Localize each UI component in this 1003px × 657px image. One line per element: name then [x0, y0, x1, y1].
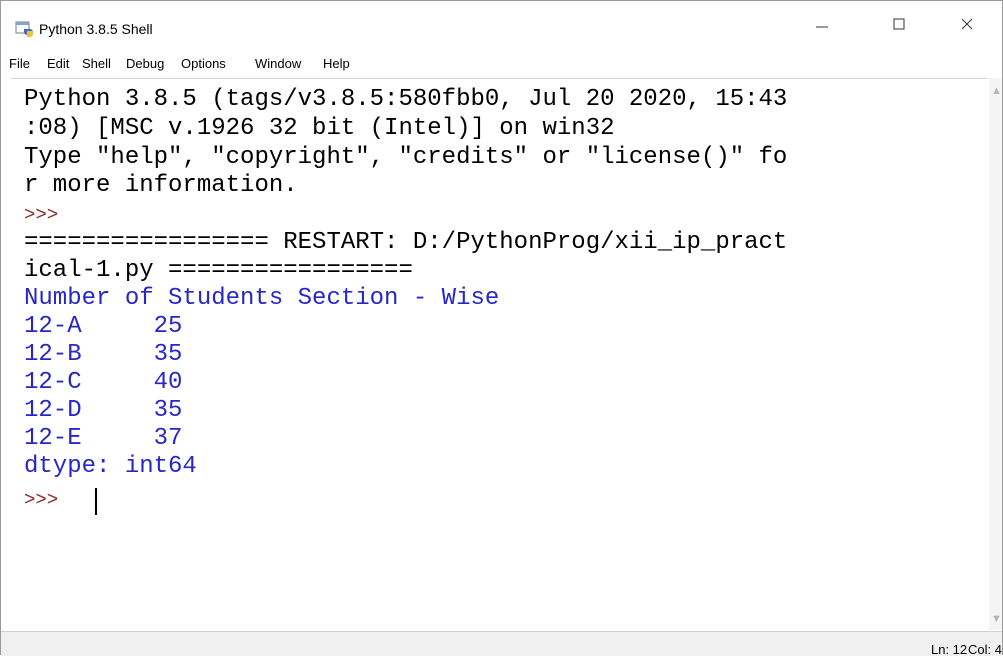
menu-bar: File Edit Shell Debug Options Window Hel… — [1, 45, 1002, 77]
output-dtype: dtype: int64 — [24, 453, 197, 480]
menu-help[interactable]: Help — [323, 56, 350, 71]
shell-prompt: >>> — [24, 204, 59, 226]
output-row-12b: 12-B 35 — [24, 341, 183, 368]
shell-line-banner-1: Python 3.8.5 (tags/v3.8.5:580fbb0, Jul 2… — [24, 86, 788, 113]
scroll-up-arrow-icon[interactable]: ▲ — [991, 85, 1002, 97]
python-idle-icon — [15, 20, 34, 37]
minimize-button[interactable] — [798, 9, 846, 43]
scroll-down-arrow-icon[interactable]: ▼ — [991, 613, 1002, 625]
text-cursor — [95, 488, 97, 515]
close-icon — [960, 17, 974, 36]
menu-file[interactable]: File — [9, 56, 30, 71]
shell-line-banner-2: :08) [MSC v.1926 32 bit (Intel)] on win3… — [24, 115, 615, 142]
restart-line-2: ical-1.py ================= — [24, 257, 413, 284]
menu-edit[interactable]: Edit — [47, 56, 69, 71]
title-bar: Python 3.8.5 Shell — [1, 1, 1002, 45]
idle-shell-window: Python 3.8.5 Shell File Edit Shell Debug… — [0, 0, 1003, 657]
vertical-scrollbar[interactable] — [989, 78, 1002, 630]
shell-text-area[interactable]: Python 3.8.5 (tags/v3.8.5:580fbb0, Jul 2… — [11, 78, 988, 631]
menu-debug[interactable]: Debug — [126, 56, 164, 71]
menu-options[interactable]: Options — [181, 56, 226, 71]
shell-prompt-active: >>> — [24, 489, 59, 511]
output-heading: Number of Students Section - Wise — [24, 285, 500, 312]
maximize-icon — [892, 17, 906, 36]
window-title: Python 3.8.5 Shell — [39, 21, 153, 37]
menu-shell[interactable]: Shell — [82, 56, 111, 71]
minimize-icon — [815, 17, 829, 36]
menu-window[interactable]: Window — [255, 56, 301, 71]
output-row-12a: 12-A 25 — [24, 313, 183, 340]
close-button[interactable] — [943, 9, 991, 43]
restart-line-1: ================= RESTART: D:/PythonProg… — [24, 229, 788, 256]
output-row-12c: 12-C 40 — [24, 369, 183, 396]
maximize-button[interactable] — [875, 9, 923, 43]
status-bar: Ln: 12 Col: 4 — [1, 631, 1002, 657]
output-row-12e: 12-E 37 — [24, 425, 183, 452]
shell-line-banner-3: Type "help", "copyright", "credits" or "… — [24, 144, 788, 171]
shell-line-banner-4: r more information. — [24, 172, 298, 199]
output-row-12d: 12-D 35 — [24, 397, 183, 424]
